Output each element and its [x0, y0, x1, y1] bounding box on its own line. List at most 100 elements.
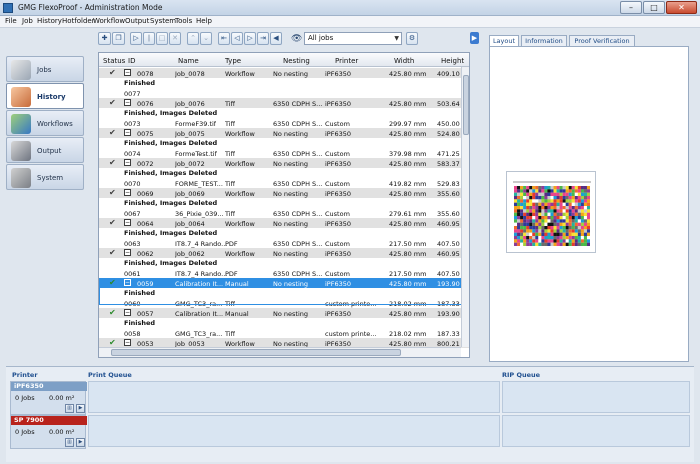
menu-system[interactable]: System [150, 17, 176, 25]
copy-icon[interactable]: ❐ [112, 32, 125, 45]
collapse-toggle-icon[interactable]: − [124, 219, 131, 226]
job-status-row[interactable]: Finished, Images Deleted [99, 198, 469, 208]
collapse-toggle-icon[interactable]: − [124, 189, 131, 196]
column-type[interactable]: Type [225, 57, 241, 65]
printer-card-ipf6350[interactable]: iPF6350 0 Jobs 0.00 m² ▥ ▶ [10, 381, 87, 415]
jobs-history-table: Status ID Name Type Nesting Printer Widt… [98, 52, 470, 358]
job-group-row[interactable]: ✔ −0076 Job_0076 Tiff 6350 CDPH S... iPF6350 4… [99, 98, 469, 108]
job-status-row[interactable]: Finished, Images Deleted [99, 228, 469, 238]
job-item-row[interactable]: 0061 IT8.7_4 Rando... PDF 6350 CDPH S... Cus… [99, 268, 469, 278]
job-status-row[interactable]: Finished, Images Deleted [99, 258, 469, 268]
job-status-row[interactable]: Finished, Images Deleted [99, 108, 469, 118]
menu-history[interactable]: History [37, 17, 62, 25]
job-group-row[interactable]: ✔ −0075 Job_0075 Workflow No nesting iPF6350 4… [99, 128, 469, 138]
vertical-scrollbar[interactable] [461, 67, 469, 347]
collapse-toggle-icon[interactable]: − [124, 249, 131, 256]
job-item-row[interactable]: 0063 IT8.7_4 Rando... PDF 6350 CDPH S... Cus… [99, 238, 469, 248]
job-item-row[interactable]: 0077 [99, 88, 469, 98]
job-group-row[interactable]: ✔ −0072 Job_0072 Workflow No nesting iPF6350 4… [99, 158, 469, 168]
job-item-row[interactable]: 0060 GMG_TC3_ra... Tiff custom printe... 218… [99, 298, 469, 308]
job-item-row[interactable]: 0067 36_Pixie_039... Tiff 6350 CDPH S... Cus… [99, 208, 469, 218]
job-group-row[interactable]: ✔ −0062 Job_0062 Workflow No nesting iPF6350 4… [99, 248, 469, 258]
delete-icon[interactable]: ✕ [169, 32, 181, 45]
rip-queue-ipf6350[interactable] [502, 381, 690, 413]
collapse-toggle-icon[interactable]: − [124, 129, 131, 136]
job-item-row[interactable]: 0058 GMG_TC3_ra... Tiff custom printe... 218… [99, 328, 469, 338]
maximize-button[interactable]: □ [643, 1, 665, 14]
job-group-row[interactable]: ✔ −0069 Job_0069 Workflow No nesting iPF6350 4… [99, 188, 469, 198]
column-height[interactable]: Height [441, 57, 464, 65]
proof-page-thumbnail[interactable] [506, 171, 596, 253]
up-icon[interactable]: ⌃ [187, 32, 199, 45]
tab-information[interactable]: Information [521, 35, 567, 46]
nav-item-output[interactable]: Output [6, 137, 84, 163]
color-patch [547, 186, 551, 190]
next-icon[interactable]: ▷ [244, 32, 256, 45]
nav-item-jobs[interactable]: Jobs [6, 56, 84, 82]
new-job-icon[interactable]: ✚ [98, 32, 111, 45]
collapse-toggle-icon[interactable]: − [124, 309, 131, 316]
play-icon[interactable]: ▷ [130, 32, 142, 45]
collapse-toggle-icon[interactable]: − [124, 69, 131, 76]
job-item-row[interactable]: 0073 FormeF39.tif Tiff 6350 CDPH S... Custom… [99, 118, 469, 128]
job-status-row[interactable]: Finished [99, 78, 469, 88]
nav-item-system[interactable]: System [6, 164, 84, 190]
color-patch [547, 216, 551, 220]
printer-play-icon[interactable]: ▶ [76, 404, 85, 413]
menu-output[interactable]: Output [125, 17, 149, 25]
printer-play-icon[interactable]: ▶ [76, 438, 85, 447]
job-group-row[interactable]: ✔ −0057 Calibration It... Manual No nesting i… [99, 308, 469, 318]
pause-icon[interactable]: ∥ [143, 32, 155, 45]
printer-pause-icon[interactable]: ▥ [65, 404, 74, 413]
settings-icon[interactable]: ⚙ [406, 32, 418, 45]
menu-tools[interactable]: Tools [175, 17, 192, 25]
printer-pause-icon[interactable]: ▥ [65, 438, 74, 447]
job-status-row[interactable]: Finished, Images Deleted [99, 138, 469, 148]
stop-icon[interactable]: □ [156, 32, 168, 45]
job-status-row[interactable]: Finished [99, 318, 469, 328]
job-group-row[interactable]: ✔ −0078 Job_0078 Workflow No nesting iPF6350 4… [99, 68, 469, 78]
tab-layout[interactable]: Layout [489, 35, 519, 46]
column-printer[interactable]: Printer [335, 57, 358, 65]
printer-card-sp7900[interactable]: SP 7900 0 Jobs 0.00 m² ▥ ▶ [10, 415, 87, 449]
down-icon[interactable]: ⌄ [200, 32, 212, 45]
horizontal-scrollbar[interactable] [99, 347, 461, 357]
nav-item-workflows[interactable]: Workflows [6, 110, 84, 136]
column-nesting[interactable]: Nesting [283, 57, 310, 65]
cell-width: 425.80 mm [389, 190, 427, 198]
tab-proof-verification[interactable]: Proof Verification [569, 35, 635, 46]
collapse-toggle-icon[interactable]: − [124, 339, 131, 346]
menu-job[interactable]: Job [22, 17, 33, 25]
menu-help[interactable]: Help [196, 17, 212, 25]
close-button[interactable]: ✕ [666, 1, 697, 14]
horizontal-scroll-thumb[interactable] [111, 349, 401, 356]
job-item-row[interactable]: 0074 FormeTest.tif Tiff 6350 CDPH S... Custo… [99, 148, 469, 158]
collapse-toggle-icon[interactable]: − [124, 159, 131, 166]
column-width[interactable]: Width [394, 57, 414, 65]
job-group-row[interactable]: ✔ −0059 Calibration It... Manual No nesting i… [99, 278, 469, 288]
collapse-panel-button[interactable]: ▶ [470, 32, 479, 44]
job-group-row[interactable]: ✔ −0064 Job_0064 Workflow No nesting iPF6350 4… [99, 218, 469, 228]
menu-workflow[interactable]: Workflow [93, 17, 125, 25]
minimize-button[interactable]: – [620, 1, 642, 14]
first-icon[interactable]: ⇤ [218, 32, 230, 45]
job-status-row[interactable]: Finished, Images Deleted [99, 168, 469, 178]
previous-icon[interactable]: ◁ [231, 32, 243, 45]
menu-hotfolder[interactable]: Hotfolder [62, 17, 95, 25]
nav-item-history[interactable]: History [6, 83, 84, 109]
column-name[interactable]: Name [178, 57, 199, 65]
job-status-row[interactable]: Finished [99, 288, 469, 298]
column-status[interactable]: Status [103, 57, 125, 65]
column-id[interactable]: ID [128, 57, 135, 65]
back-icon[interactable]: ◀ [270, 32, 282, 45]
vertical-scroll-thumb[interactable] [463, 75, 469, 135]
menu-file[interactable]: File [5, 17, 17, 25]
job-filter-select[interactable]: All jobs ▼ [304, 32, 402, 45]
rip-queue-sp7900[interactable] [502, 415, 690, 447]
collapse-toggle-icon[interactable]: − [124, 99, 131, 106]
print-queue-sp7900[interactable] [88, 415, 500, 447]
collapse-toggle-icon[interactable]: − [124, 279, 131, 286]
job-item-row[interactable]: 0070 FORME_TEST... Tiff 6350 CDPH S... Custo… [99, 178, 469, 188]
print-queue-ipf6350[interactable] [88, 381, 500, 413]
last-icon[interactable]: ⇥ [257, 32, 269, 45]
